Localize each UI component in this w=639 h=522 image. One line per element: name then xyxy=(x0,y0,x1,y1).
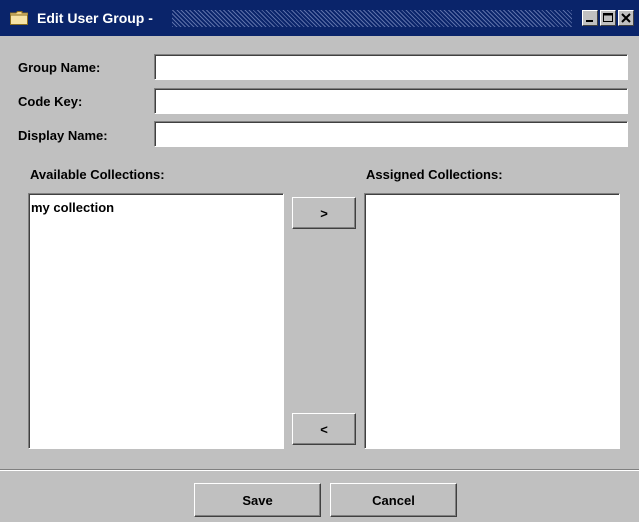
assigned-collections-list[interactable] xyxy=(364,193,620,449)
window-title: Edit User Group - xyxy=(37,10,153,26)
available-collections-list[interactable]: my collection xyxy=(28,193,284,449)
title-bar-pattern xyxy=(172,10,572,27)
assign-collection-button[interactable]: > xyxy=(292,197,356,229)
unassign-collection-button[interactable]: < xyxy=(292,413,356,445)
code-key-label: Code Key: xyxy=(18,94,83,109)
close-button[interactable] xyxy=(618,10,634,26)
title-bar[interactable]: Edit User Group - xyxy=(0,0,639,36)
close-icon xyxy=(621,13,631,23)
minimize-icon xyxy=(586,20,593,22)
list-item[interactable]: my collection xyxy=(29,194,283,216)
maximize-icon xyxy=(603,13,613,22)
footer-separator xyxy=(0,469,639,471)
code-key-field[interactable] xyxy=(154,88,628,114)
group-name-label: Group Name: xyxy=(18,60,101,75)
display-name-field[interactable] xyxy=(154,121,628,147)
assigned-collections-label: Assigned Collections: xyxy=(366,167,503,182)
maximize-button[interactable] xyxy=(600,10,616,26)
edit-user-group-window: Edit User Group - Group Name: Code Key: … xyxy=(0,0,639,522)
cancel-button[interactable]: Cancel xyxy=(330,483,457,517)
display-name-label: Display Name: xyxy=(18,128,108,143)
folder-icon xyxy=(9,11,29,26)
minimize-button[interactable] xyxy=(582,10,598,26)
group-name-field[interactable] xyxy=(154,54,628,80)
save-button[interactable]: Save xyxy=(194,483,321,517)
available-collections-label: Available Collections: xyxy=(30,167,165,182)
